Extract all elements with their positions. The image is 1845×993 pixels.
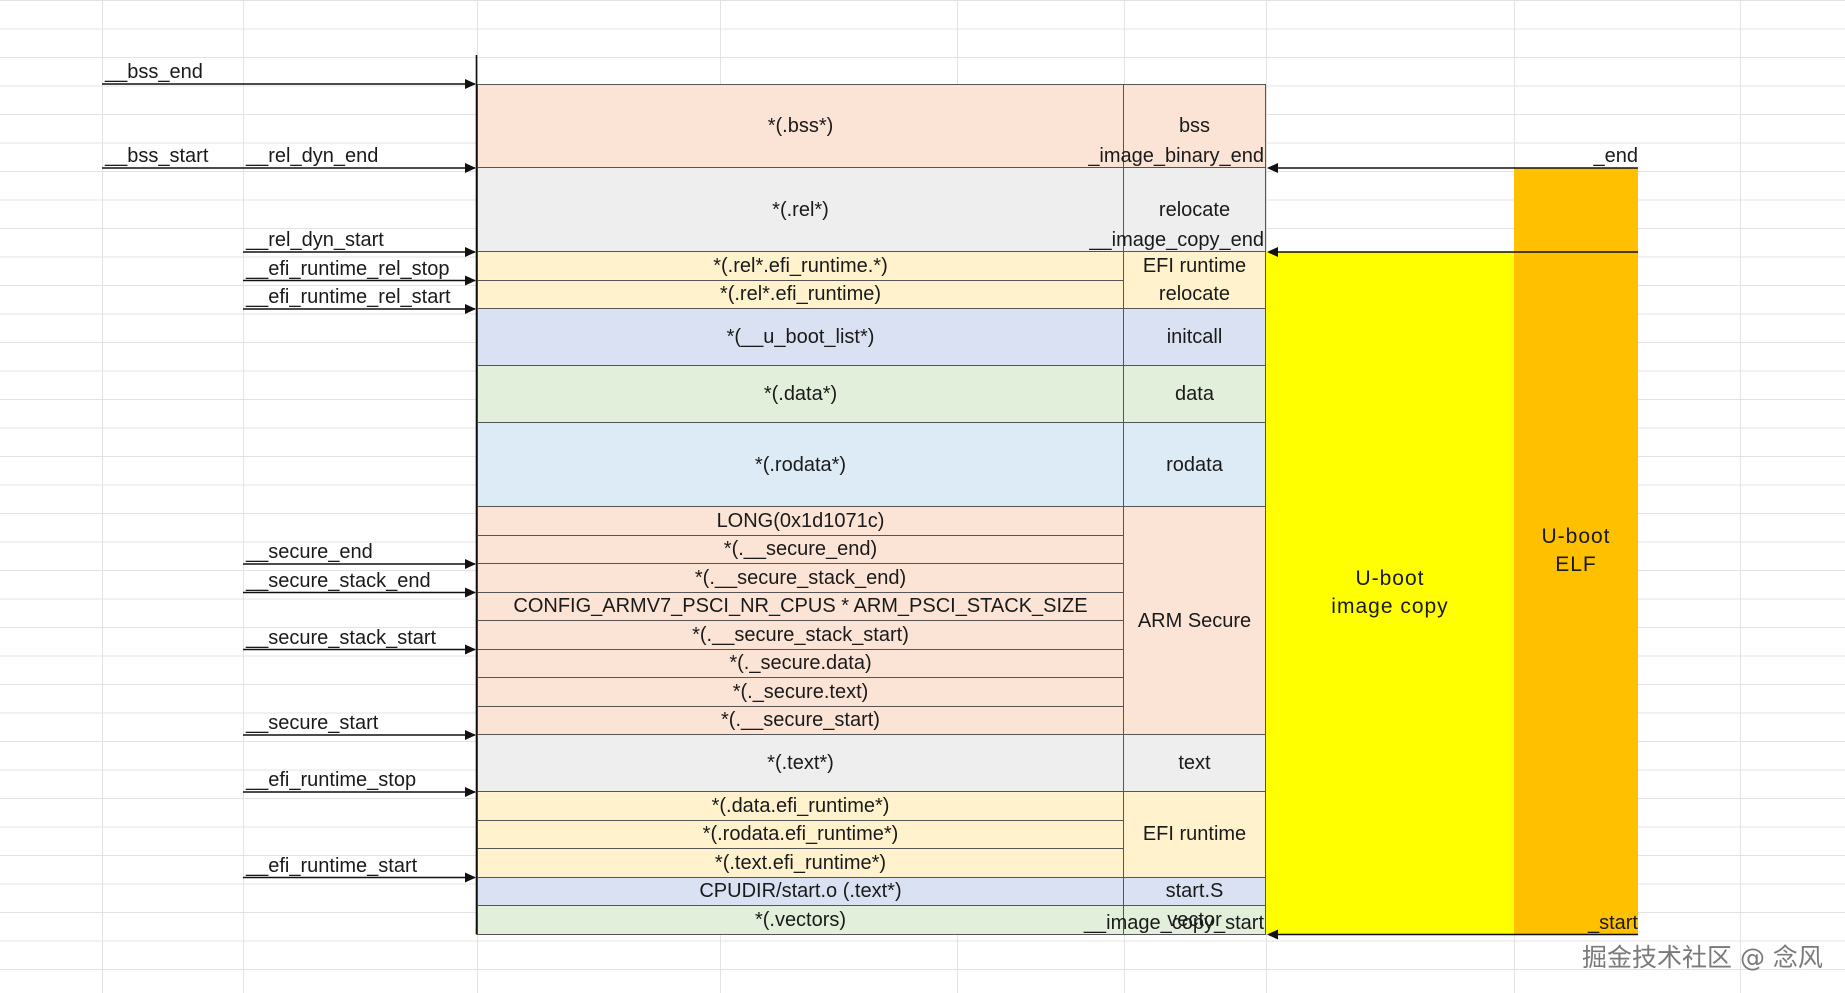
left-arrow-head xyxy=(465,163,476,173)
section-content-row: *(__u_boot_list*) xyxy=(477,309,1124,366)
section-content-row: *(._secure.data) xyxy=(477,649,1124,678)
watermark: 掘金技术社区 @ 念风 xyxy=(1582,943,1823,972)
uboot-image-copy-label: U-boot image copy xyxy=(1331,567,1449,618)
left-arrow-head xyxy=(465,247,476,257)
section-label: EFI runtime relocate xyxy=(1124,252,1266,309)
right-symbol-label: _end xyxy=(1593,145,1639,167)
right-symbol-label: __image_copy_start xyxy=(1083,911,1264,934)
section-label: start.S xyxy=(1124,877,1266,906)
uboot-image-copy-block: U-boot image copy xyxy=(1266,252,1514,934)
section-content-row: *(.text.efi_runtime*) xyxy=(477,849,1124,878)
section-content-row: *(.data.efi_runtime*) xyxy=(477,792,1124,821)
section-label: ARM Secure xyxy=(1124,507,1266,735)
left-symbol-label: __secure_stack_end xyxy=(246,569,431,592)
section-content-row: *(._secure.text) xyxy=(477,678,1124,707)
left-arrow-head xyxy=(465,644,476,655)
right-symbol-label: __image_copy_end xyxy=(1089,229,1264,251)
section-label: rodata xyxy=(1124,423,1266,507)
section-content-row: *(.__secure_end) xyxy=(477,535,1124,564)
left-symbol-label: __secure_end xyxy=(246,541,373,563)
section-content-row: *(.rodata.efi_runtime*) xyxy=(477,820,1124,849)
left-symbol-label: __efi_runtime_rel_start xyxy=(246,286,451,308)
section-content-row: *(.rodata*) xyxy=(477,423,1124,507)
section-content-row: *(.rel*.efi_runtime) xyxy=(477,280,1124,309)
section-content-row: *(.text*) xyxy=(477,735,1124,792)
uboot-elf-label: U-boot ELF xyxy=(1541,525,1611,576)
left-arrow-head xyxy=(465,275,476,286)
left-arrow-head xyxy=(465,730,476,740)
section-label: initcall xyxy=(1124,309,1266,366)
left-arrow-head xyxy=(465,559,476,569)
left-symbol-label: __secure_start xyxy=(246,712,379,734)
uboot-elf-block: U-boot ELF xyxy=(1514,168,1638,934)
section-label: data xyxy=(1124,366,1266,423)
memory-layout-diagram: U-boot image copy U-boot ELF 掘金技术社区 @ 念风… xyxy=(0,0,1845,993)
left-symbol-label: __bss_start xyxy=(105,145,209,167)
right-symbol-label: _image_binary_end xyxy=(1088,145,1264,167)
left-symbol-label: __efi_runtime_rel_stop xyxy=(246,257,450,280)
section-content-row: CPUDIR/start.o (.text*) xyxy=(477,877,1124,906)
left-symbol-label: __efi_runtime_start xyxy=(246,854,418,877)
left-arrow-head xyxy=(465,304,476,314)
left-symbol-label: __rel_dyn_start xyxy=(246,229,384,251)
right-arrow-head xyxy=(1267,163,1278,173)
right-symbol-label: _start xyxy=(1587,911,1638,934)
section-label: EFI runtime xyxy=(1124,792,1266,878)
section-content-row: *(.__secure_stack_start) xyxy=(477,621,1124,650)
section-content-row: *(.data*) xyxy=(477,366,1124,423)
left-arrow-head xyxy=(465,587,476,598)
left-symbol-label: __rel_dyn_end xyxy=(246,145,379,167)
left-arrow-head xyxy=(465,79,476,89)
section-content-row: *(.rel*.efi_runtime.*) xyxy=(477,252,1124,281)
section-content-row: LONG(0x1d1071c) xyxy=(477,507,1124,536)
left-symbol-label: __efi_runtime_stop xyxy=(246,769,417,791)
section-content-row: CONFIG_ARMV7_PSCI_NR_CPUS * ARM_PSCI_STA… xyxy=(477,592,1124,621)
left-symbol-label: __secure_stack_start xyxy=(246,626,437,649)
left-arrow-head xyxy=(465,787,476,797)
left-symbol-label: __bss_end xyxy=(105,61,203,83)
section-content-row: *(.__secure_start) xyxy=(477,706,1124,735)
left-arrow-head xyxy=(465,872,476,883)
section-content-row: *(.__secure_stack_end) xyxy=(477,564,1124,593)
section-label: text xyxy=(1124,735,1266,792)
